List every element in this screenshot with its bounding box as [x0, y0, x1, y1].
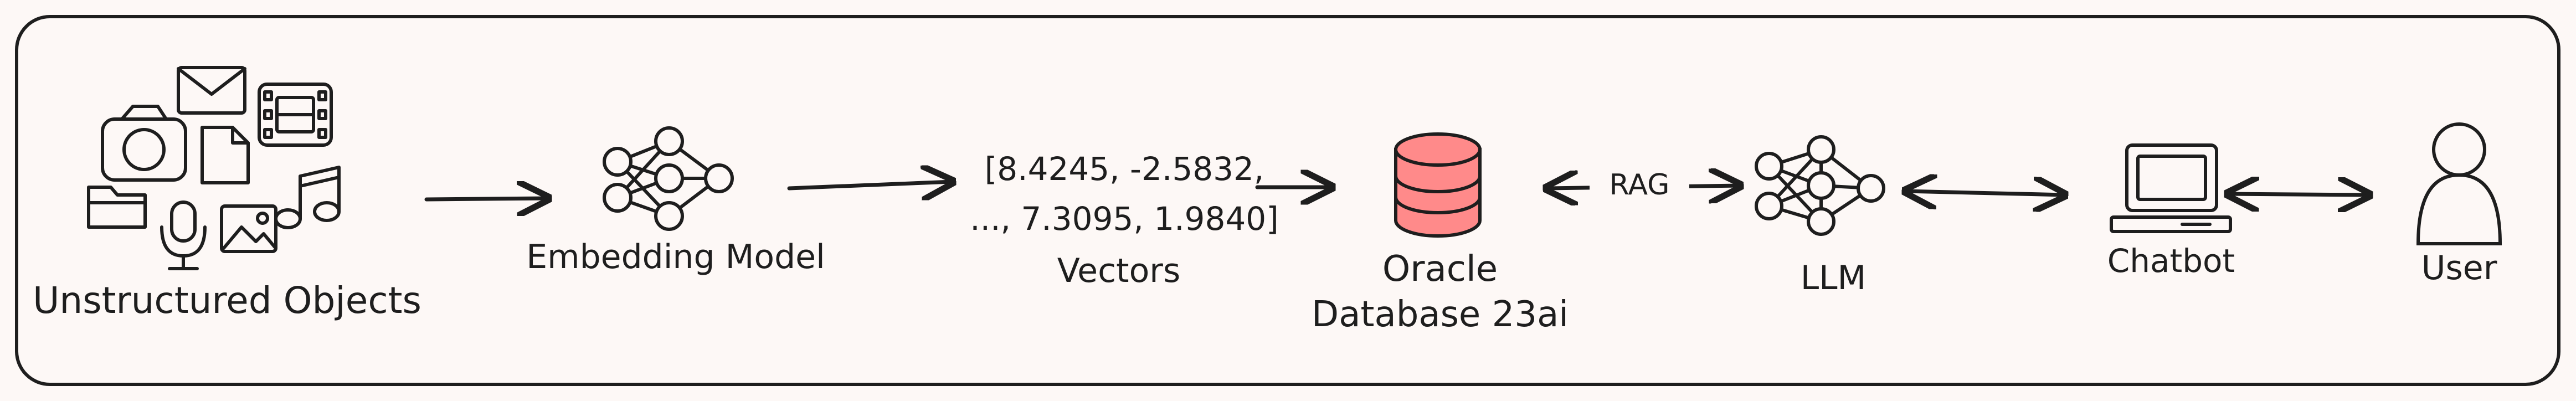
- arrow-chatbot-user: [2228, 194, 2369, 195]
- llm-label: LLM: [1800, 259, 1867, 297]
- embedding-model-label: Embedding Model: [526, 238, 825, 276]
- music-icon: [274, 166, 341, 229]
- oracle-label-line-2: Database 23ai: [1311, 294, 1569, 335]
- film-icon: [258, 83, 333, 147]
- llm-network-nodes: [1755, 135, 1885, 236]
- mail-icon: [177, 66, 246, 115]
- folder-icon: [87, 186, 147, 229]
- computer-icon: [2110, 143, 2232, 233]
- llm-network-icon: [1755, 135, 1885, 236]
- document-icon: [200, 126, 250, 184]
- neural-network-icon: [603, 126, 734, 231]
- user-icon: [2416, 122, 2502, 245]
- vector-example-text: [8.4245, -2.5832, ..., 7.3095, 1.9840]: [953, 144, 1296, 244]
- database-icon: [1394, 132, 1482, 238]
- vector-example-line-2: ..., 7.3095, 1.9840]: [970, 200, 1279, 238]
- network-nodes: [603, 126, 734, 231]
- oracle-database-label: Oracle Database 23ai: [1274, 246, 1606, 337]
- vector-example-line-1: [8.4245, -2.5832,: [984, 150, 1264, 188]
- oracle-label-line-1: Oracle: [1382, 249, 1498, 290]
- rag-edge-label: RAG: [1590, 168, 1689, 202]
- user-label: User: [2421, 249, 2497, 287]
- microphone-icon: [160, 200, 207, 270]
- camera-icon: [101, 105, 187, 182]
- unstructured-icons-group: [87, 66, 341, 270]
- unstructured-objects-label: Unstructured Objects: [33, 279, 421, 322]
- chatbot-label: Chatbot: [2107, 242, 2235, 280]
- arrow-objects-to-embedding: [424, 198, 548, 199]
- image-icon: [220, 204, 277, 253]
- diagram-canvas: Unstructured Objects Embedding Model [8.…: [0, 0, 2576, 401]
- arrow-embedding-to-vectors: [787, 182, 953, 188]
- arrow-llm-chatbot: [1905, 191, 2065, 195]
- vectors-label: Vectors: [1057, 251, 1181, 290]
